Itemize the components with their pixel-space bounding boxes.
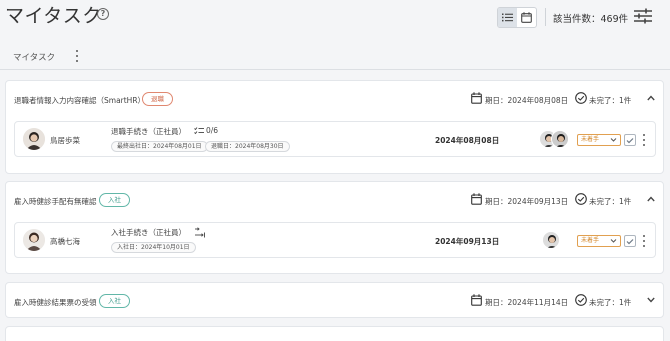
progress-text: 0/6 — [206, 126, 219, 135]
chevron-up-icon[interactable] — [647, 95, 655, 101]
tab-my-tasks[interactable]: マイタスク — [13, 51, 55, 63]
task-row[interactable]: 鳥居歩菜 退職手続き（正社員） 0/6 最終出社日：2024年08月01日 退職… — [14, 121, 656, 157]
checklist-progress: 0/6 — [194, 126, 218, 135]
header-divider — [545, 8, 546, 26]
assignee-avatar — [551, 130, 569, 148]
task-row[interactable]: 高橋七海 入社手続き（正社員） 入社日：2024年10月01日 2024年09月… — [14, 222, 656, 258]
status-select[interactable]: 未着手 — [577, 235, 621, 247]
due-date: 期日：2024年09月13日 — [485, 197, 569, 206]
chevron-down-icon — [610, 239, 617, 243]
help-icon[interactable]: ? — [97, 8, 109, 20]
incomplete-count: 未完了：1件 — [589, 197, 632, 206]
row-menu-icon[interactable] — [640, 133, 648, 147]
chevron-down-icon[interactable] — [647, 297, 655, 303]
task-group-header[interactable]: 雇入時健診手配有無確認 入社 期日：2024年09月13日 未完了：1件 — [6, 182, 663, 218]
complete-button[interactable] — [624, 235, 636, 247]
assignee-name: 鳥居歩菜 — [50, 136, 80, 145]
avatar — [23, 229, 45, 251]
list-view-button[interactable] — [498, 8, 517, 27]
page-title: マイタスク — [5, 5, 102, 27]
task-date: 2024年09月13日 — [435, 237, 500, 246]
group-title: 退職者情報入力内容確認（SmartHR） — [14, 96, 146, 105]
task-group-header[interactable]: 退職者情報入力内容確認（SmartHR） 退職 期日：2024年08月08日 未… — [6, 81, 663, 117]
resignation-date-chip: 退職日：2024年08月30日 — [205, 141, 290, 152]
status-select[interactable]: 未着手 — [577, 134, 621, 146]
calendar-icon — [471, 92, 482, 104]
task-group-header[interactable]: 雇入時健診結果票の受領 入社 期日：2024年11月14日 未完了：1件 — [6, 283, 663, 319]
filter-button[interactable] — [634, 8, 652, 28]
avatar — [23, 128, 45, 150]
calendar-icon — [471, 294, 482, 306]
category-badge: 入社 — [99, 193, 130, 207]
check-circle-icon — [575, 193, 587, 205]
sequence-arrow-icon — [195, 227, 205, 238]
due-date: 期日：2024年11月14日 — [485, 298, 569, 307]
check-icon — [626, 238, 634, 244]
join-date-chip: 入社日：2024年10月01日 — [111, 242, 196, 253]
row-menu-icon[interactable] — [640, 234, 648, 248]
tab-bar: マイタスク — [0, 40, 670, 70]
category-badge: 入社 — [99, 294, 130, 308]
last-workday-chip: 最終出社日：2024年08月01日 — [111, 141, 208, 152]
category-badge: 退職 — [142, 92, 173, 106]
group-title: 雇入時健診結果票の受領 — [14, 298, 97, 307]
checklist-icon — [194, 126, 204, 134]
check-circle-icon — [575, 294, 587, 306]
group-title: 雇入時健診手配有無確認 — [14, 197, 97, 206]
task-group-partial — [5, 326, 664, 341]
calendar-icon — [471, 193, 482, 205]
task-title[interactable]: 退職手続き（正社員） — [111, 126, 186, 137]
task-title[interactable]: 入社手続き（正社員） — [111, 227, 186, 238]
chevron-up-icon[interactable] — [647, 196, 655, 202]
check-circle-icon — [575, 92, 587, 104]
task-group: 雇入時健診手配有無確認 入社 期日：2024年09月13日 未完了：1件 高橋七… — [5, 181, 664, 274]
result-count: 該当件数：469件 — [553, 14, 629, 25]
calendar-view-button[interactable] — [517, 8, 536, 27]
calendar-view-icon — [521, 12, 532, 23]
list-view-icon — [502, 13, 513, 22]
more-menu-icon[interactable] — [71, 49, 83, 63]
view-toggle — [497, 7, 537, 28]
filter-sliders-icon — [634, 8, 652, 24]
task-date: 2024年08月08日 — [435, 136, 500, 145]
status-select-value: 未着手 — [581, 136, 600, 143]
status-select-value: 未着手 — [581, 237, 600, 244]
chevron-down-icon — [610, 138, 617, 142]
task-group: 退職者情報入力内容確認（SmartHR） 退職 期日：2024年08月08日 未… — [5, 80, 664, 174]
assignee-name: 高橋七海 — [50, 237, 80, 246]
incomplete-count: 未完了：1件 — [589, 96, 632, 105]
task-group: 雇入時健診結果票の受領 入社 期日：2024年11月14日 未完了：1件 — [5, 282, 664, 318]
due-date: 期日：2024年08月08日 — [485, 96, 569, 105]
check-icon — [626, 137, 634, 143]
page-header: マイタスク ? 該当件数：469件 — [0, 0, 670, 36]
complete-button[interactable] — [624, 134, 636, 146]
assignee-avatar — [542, 231, 560, 249]
incomplete-count: 未完了：1件 — [589, 298, 632, 307]
